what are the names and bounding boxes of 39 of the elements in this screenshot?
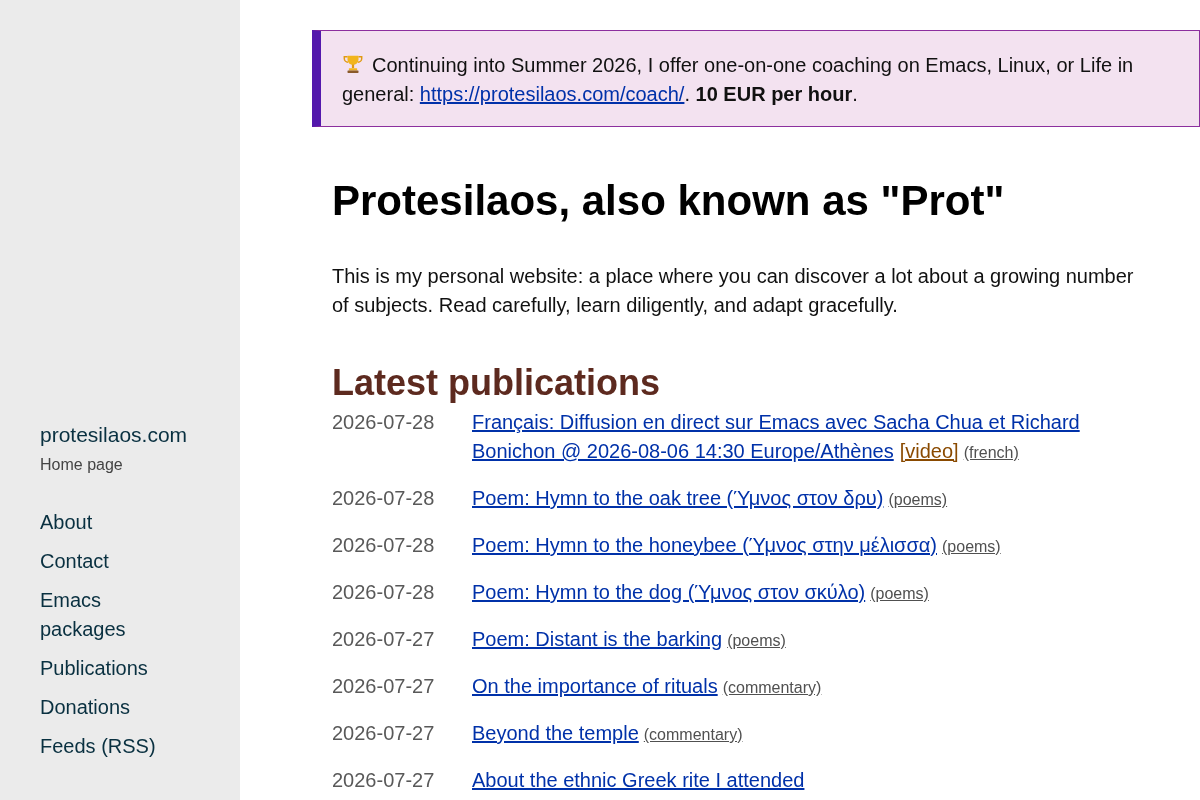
publication-link[interactable]: Bonichon @ 2026-08-06 14:30 Europe/Athènes: [472, 440, 894, 462]
nav-link[interactable]: Emacs packages: [40, 586, 170, 644]
publication-date: 2026-07-28: [332, 486, 435, 511]
nav-link[interactable]: About: [40, 508, 93, 537]
nav-link[interactable]: Publications: [40, 654, 148, 683]
video-link[interactable]: [video]: [899, 440, 959, 462]
publication-date: 2026-07-27: [332, 674, 435, 699]
category-link[interactable]: (poems): [870, 585, 929, 602]
category-link[interactable]: (french): [963, 444, 1019, 461]
nav-link[interactable]: Contact: [40, 547, 109, 576]
category-link[interactable]: (commentary): [643, 726, 743, 743]
site-name-link[interactable]: protesilaos.com: [40, 420, 188, 450]
publication-link[interactable]: Poem: Hymn to the honeybee (Ύμνος στην μέλισσα): [472, 534, 937, 556]
category-link[interactable]: (poems): [942, 538, 1001, 555]
publication-date: 2026-07-27: [332, 768, 435, 793]
publication-date: 2026-07-28: [332, 580, 435, 605]
trophy-icon: [342, 53, 364, 75]
publication-link[interactable]: About the ethnic Greek rite I attended: [472, 769, 805, 791]
publication-link[interactable]: Poem: Distant is the barking: [472, 628, 723, 650]
intro-paragraph: This is my personal website: a place where you can discover a lot about a growing number of subjects. Read carefully, learn diligently, and adapt gracefully.: [332, 264, 1135, 318]
section-heading: Latest publications: [332, 362, 661, 404]
nav-link[interactable]: Donations: [40, 693, 131, 722]
page-title: Protesilaos, also known as "Prot": [332, 176, 1005, 226]
publication-date: 2026-07-27: [332, 627, 435, 652]
publication-link[interactable]: On the importance of rituals: [472, 675, 718, 697]
category-link[interactable]: (commentary): [722, 679, 822, 696]
publication-date: 2026-07-28: [332, 410, 435, 435]
publication-link[interactable]: Poem: Hymn to the oak tree (Ύμνος στον δρυ): [472, 487, 884, 509]
publication-link[interactable]: Beyond the temple: [472, 722, 639, 744]
category-link[interactable]: (poems): [888, 491, 948, 508]
site-subtitle: Home page: [40, 455, 123, 475]
publication-date: 2026-07-28: [332, 533, 435, 558]
publication-link[interactable]: Poem: Hymn to the dog (Ύμνος στον σκύλο): [472, 581, 866, 603]
category-link[interactable]: (poems): [727, 632, 786, 649]
nav-link[interactable]: Feeds (RSS): [40, 732, 156, 761]
coaching-notice-text: Continuing into Summer 2026, I offer one-on-one coaching on Emacs, Linux, or Life in general: https://protesilaos.com/coach/. 10 EUR per hour.: [342, 52, 1135, 107]
publication-link[interactable]: Français: Diffusion en direct sur Emacs avec Sacha Chua et Richard: [472, 411, 1080, 433]
publication-date: 2026-07-27: [332, 721, 435, 746]
coach-link[interactable]: https://protesilaos.com/coach/: [419, 83, 685, 105]
